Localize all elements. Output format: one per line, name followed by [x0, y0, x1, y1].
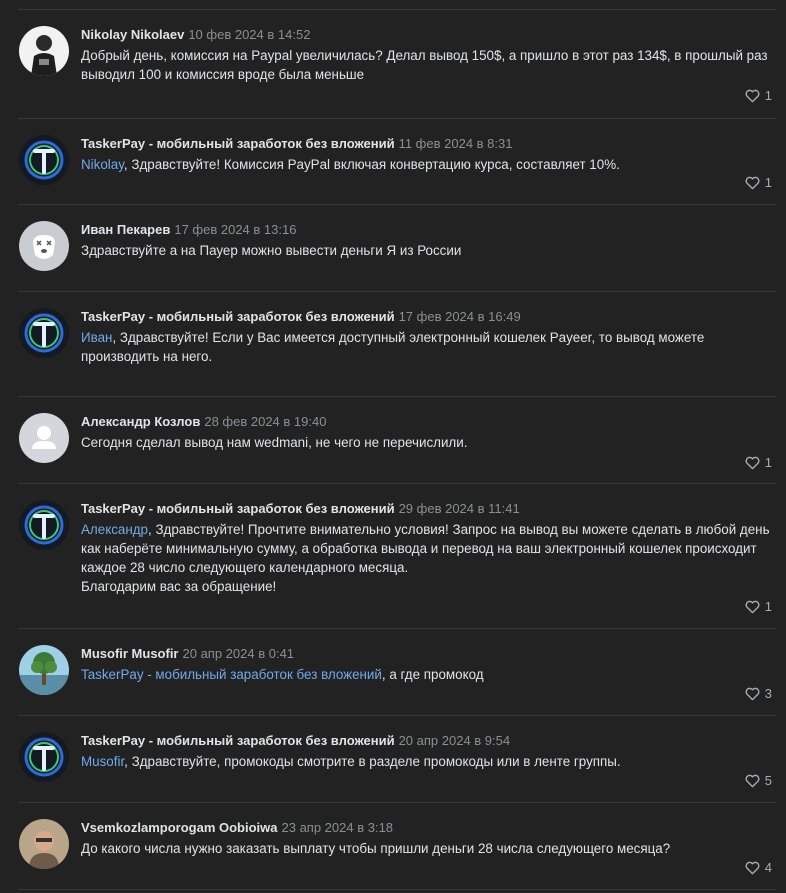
divider [18, 889, 776, 890]
author-name[interactable]: TaskerPay - мобильный заработок без влож… [81, 733, 395, 748]
like-count: 3 [764, 686, 772, 701]
comment: Александр Козлов 28 фев 2024 в 19:40 Сего… [0, 397, 786, 484]
heart-outline-icon [745, 456, 760, 469]
author-name[interactable]: Иван Пекарев [81, 222, 170, 237]
comment-date[interactable]: 29 фев 2024 в 11:41 [399, 501, 520, 516]
comment-text: Nikolay, Здравствуйте! Комиссия PayPal в… [81, 155, 776, 174]
author-name[interactable]: Nikolay Nikolaev [81, 27, 184, 42]
like-count: 1 [764, 599, 772, 614]
comment: Nikolay Nikolaev 10 фев 2024 в 14:52 Добр… [0, 10, 786, 119]
comment-date[interactable]: 23 апр 2024 в 3:18 [282, 820, 394, 835]
comment-body: Здравствуйте а на Пауер можно вывести де… [81, 243, 462, 258]
comment-body: , Здравствуйте! Если у Вас имеется досту… [81, 330, 705, 364]
mention-link[interactable]: Musofir [81, 754, 124, 769]
mention-link[interactable]: Иван [81, 330, 112, 345]
like-button[interactable]: 3 [745, 686, 772, 701]
author-name[interactable]: Musofir Musofir [81, 646, 179, 661]
comment-body: , Здравствуйте! Комиссия PayPal включая … [123, 157, 620, 172]
comment-text: Александр, Здравствуйте! Прочтите внимат… [81, 520, 776, 596]
heart-outline-icon [745, 774, 760, 787]
like-button[interactable]: 4 [745, 860, 772, 875]
like-count: 1 [764, 88, 772, 103]
comment-date[interactable]: 20 апр 2024 в 0:41 [183, 646, 295, 661]
comment-text: Здравствуйте а на Пауер можно вывести де… [81, 241, 776, 260]
comment-body: , Здравствуйте! Прочтите внимательно усл… [81, 522, 770, 575]
comment-date[interactable]: 28 фев 2024 в 19:40 [204, 414, 326, 429]
comment: TaskerPay - мобильный заработок без влож… [0, 716, 786, 803]
comment-date[interactable]: 17 фев 2024 в 13:16 [174, 222, 296, 237]
author-name[interactable]: Vsemkozlamporogam Oobioiwa [81, 820, 278, 835]
avatar[interactable] [19, 819, 69, 869]
avatar[interactable] [19, 500, 69, 550]
comment: TaskerPay - мобильный заработок без влож… [0, 484, 786, 629]
like-count: 5 [764, 773, 772, 788]
mention-link[interactable]: TaskerPay - мобильный заработок без влож… [81, 667, 382, 682]
like-count: 1 [764, 175, 772, 190]
comment-paragraph: Благодарим вас за обращение! [81, 579, 277, 594]
heart-outline-icon [745, 89, 760, 102]
like-button[interactable]: 5 [745, 773, 772, 788]
like-count: 4 [764, 860, 772, 875]
comment-text: Добрый день, комиссия на Paypal увеличил… [81, 46, 776, 84]
avatar[interactable] [19, 732, 69, 782]
heart-outline-icon [745, 687, 760, 700]
comment-date[interactable]: 11 фев 2024 в 8:31 [399, 136, 513, 151]
heart-outline-icon [745, 176, 760, 189]
mention-link[interactable]: Nikolay [81, 157, 124, 172]
author-name[interactable]: TaskerPay - мобильный заработок без влож… [81, 501, 395, 516]
comment: TaskerPay - мобильный заработок без влож… [0, 292, 786, 397]
comment-body: , а где промокод [381, 667, 484, 682]
author-name[interactable]: Александр Козлов [81, 414, 200, 429]
author-name[interactable]: TaskerPay - мобильный заработок без влож… [81, 309, 395, 324]
comment-body: Сегодня сделал вывод нам wedmani, не чег… [81, 435, 468, 450]
heart-outline-icon [745, 861, 760, 874]
comment: Vsemkozlamporogam Oobioiwa 23 апр 2024 в … [0, 803, 786, 890]
like-button[interactable]: 1 [745, 175, 772, 190]
comment-text: TaskerPay - мобильный заработок без влож… [81, 665, 776, 684]
like-button[interactable]: 1 [745, 599, 772, 614]
like-count: 1 [764, 455, 772, 470]
comment-body: Добрый день, комиссия на Paypal увеличил… [81, 48, 768, 82]
avatar[interactable] [19, 413, 69, 463]
comment: Musofir Musofir 20 апр 2024 в 0:41 Tasker… [0, 629, 786, 716]
avatar[interactable] [19, 308, 69, 358]
avatar[interactable] [19, 26, 69, 76]
like-button[interactable]: 1 [745, 455, 772, 470]
comment-text: Musofir, Здравствуйте, промокоды смотрит… [81, 752, 776, 771]
heart-outline-icon [745, 600, 760, 613]
comment-text: Иван, Здравствуйте! Если у Вас имеется д… [81, 328, 776, 366]
like-button[interactable]: 1 [745, 88, 772, 103]
avatar[interactable] [19, 221, 69, 271]
comment-body: До какого числа нужно заказать выплату ч… [81, 841, 671, 856]
comment-text: До какого числа нужно заказать выплату ч… [81, 839, 776, 858]
mention-link[interactable]: Александр [81, 522, 148, 537]
avatar[interactable] [19, 135, 69, 185]
avatar[interactable] [19, 645, 69, 695]
comment-paragraph: Александр, Здравствуйте! Прочтите внимат… [81, 520, 776, 577]
comment-date[interactable]: 10 фев 2024 в 14:52 [188, 27, 310, 42]
comment-body: , Здравствуйте, промокоды смотрите в раз… [124, 754, 621, 769]
comment: TaskerPay - мобильный заработок без влож… [0, 119, 786, 205]
comment: Иван Пекарев 17 фев 2024 в 13:16 Здравств… [0, 205, 786, 292]
author-name[interactable]: TaskerPay - мобильный заработок без влож… [81, 136, 395, 151]
comment-date[interactable]: 20 апр 2024 в 9:54 [399, 733, 511, 748]
comment-text: Сегодня сделал вывод нам wedmani, не чег… [81, 433, 776, 452]
comment-date[interactable]: 17 фев 2024 в 16:49 [399, 309, 521, 324]
